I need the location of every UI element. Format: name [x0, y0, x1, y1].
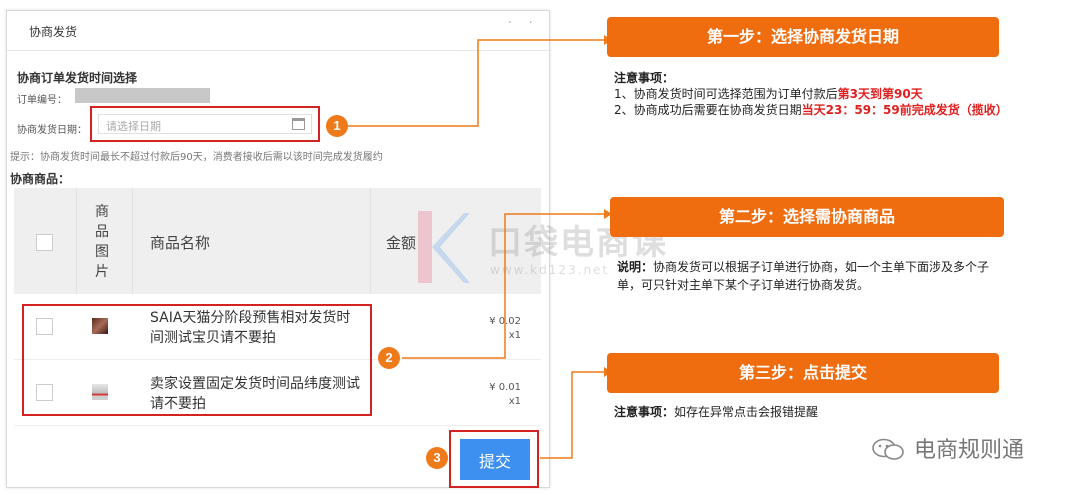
step-3-note: 注意事项：如存在异常点击会报错提醒 — [614, 405, 819, 419]
step-3-note-heading: 注意事项： — [614, 405, 675, 419]
step-2-title: 第二步：选择需协商商品 — [610, 197, 1004, 237]
brand-footer: 电商规则通 — [872, 432, 1072, 463]
step-3-title: 第三步：点击提交 — [607, 353, 999, 393]
step-1-highlight-2: 当天23：59：59前完成发货（揽收） — [801, 103, 1008, 117]
step-2-note: 说明：协商发货可以根据子订单进行协商，如一个主单下面涉及多个子单，可只针对主单下… — [617, 260, 990, 292]
wechat-icon — [872, 438, 904, 460]
step-1-highlight-1: 第3天到第90天 — [837, 87, 923, 101]
step-1-note: 注意事项： 1、协商发货时间可选择范围为订单付款后第3天到第90天 2、协商成功… — [614, 71, 1008, 117]
step-1-title: 第一步：选择协商发货日期 — [607, 17, 999, 57]
step-2-badge: 2 — [378, 347, 400, 369]
step-2-note-heading: 说明： — [617, 260, 654, 274]
step-1-badge: 1 — [326, 115, 348, 137]
step-1-note-heading: 注意事项： — [614, 71, 675, 85]
step-3-badge: 3 — [426, 447, 448, 469]
brand-text: 电商规则通 — [914, 438, 1025, 463]
